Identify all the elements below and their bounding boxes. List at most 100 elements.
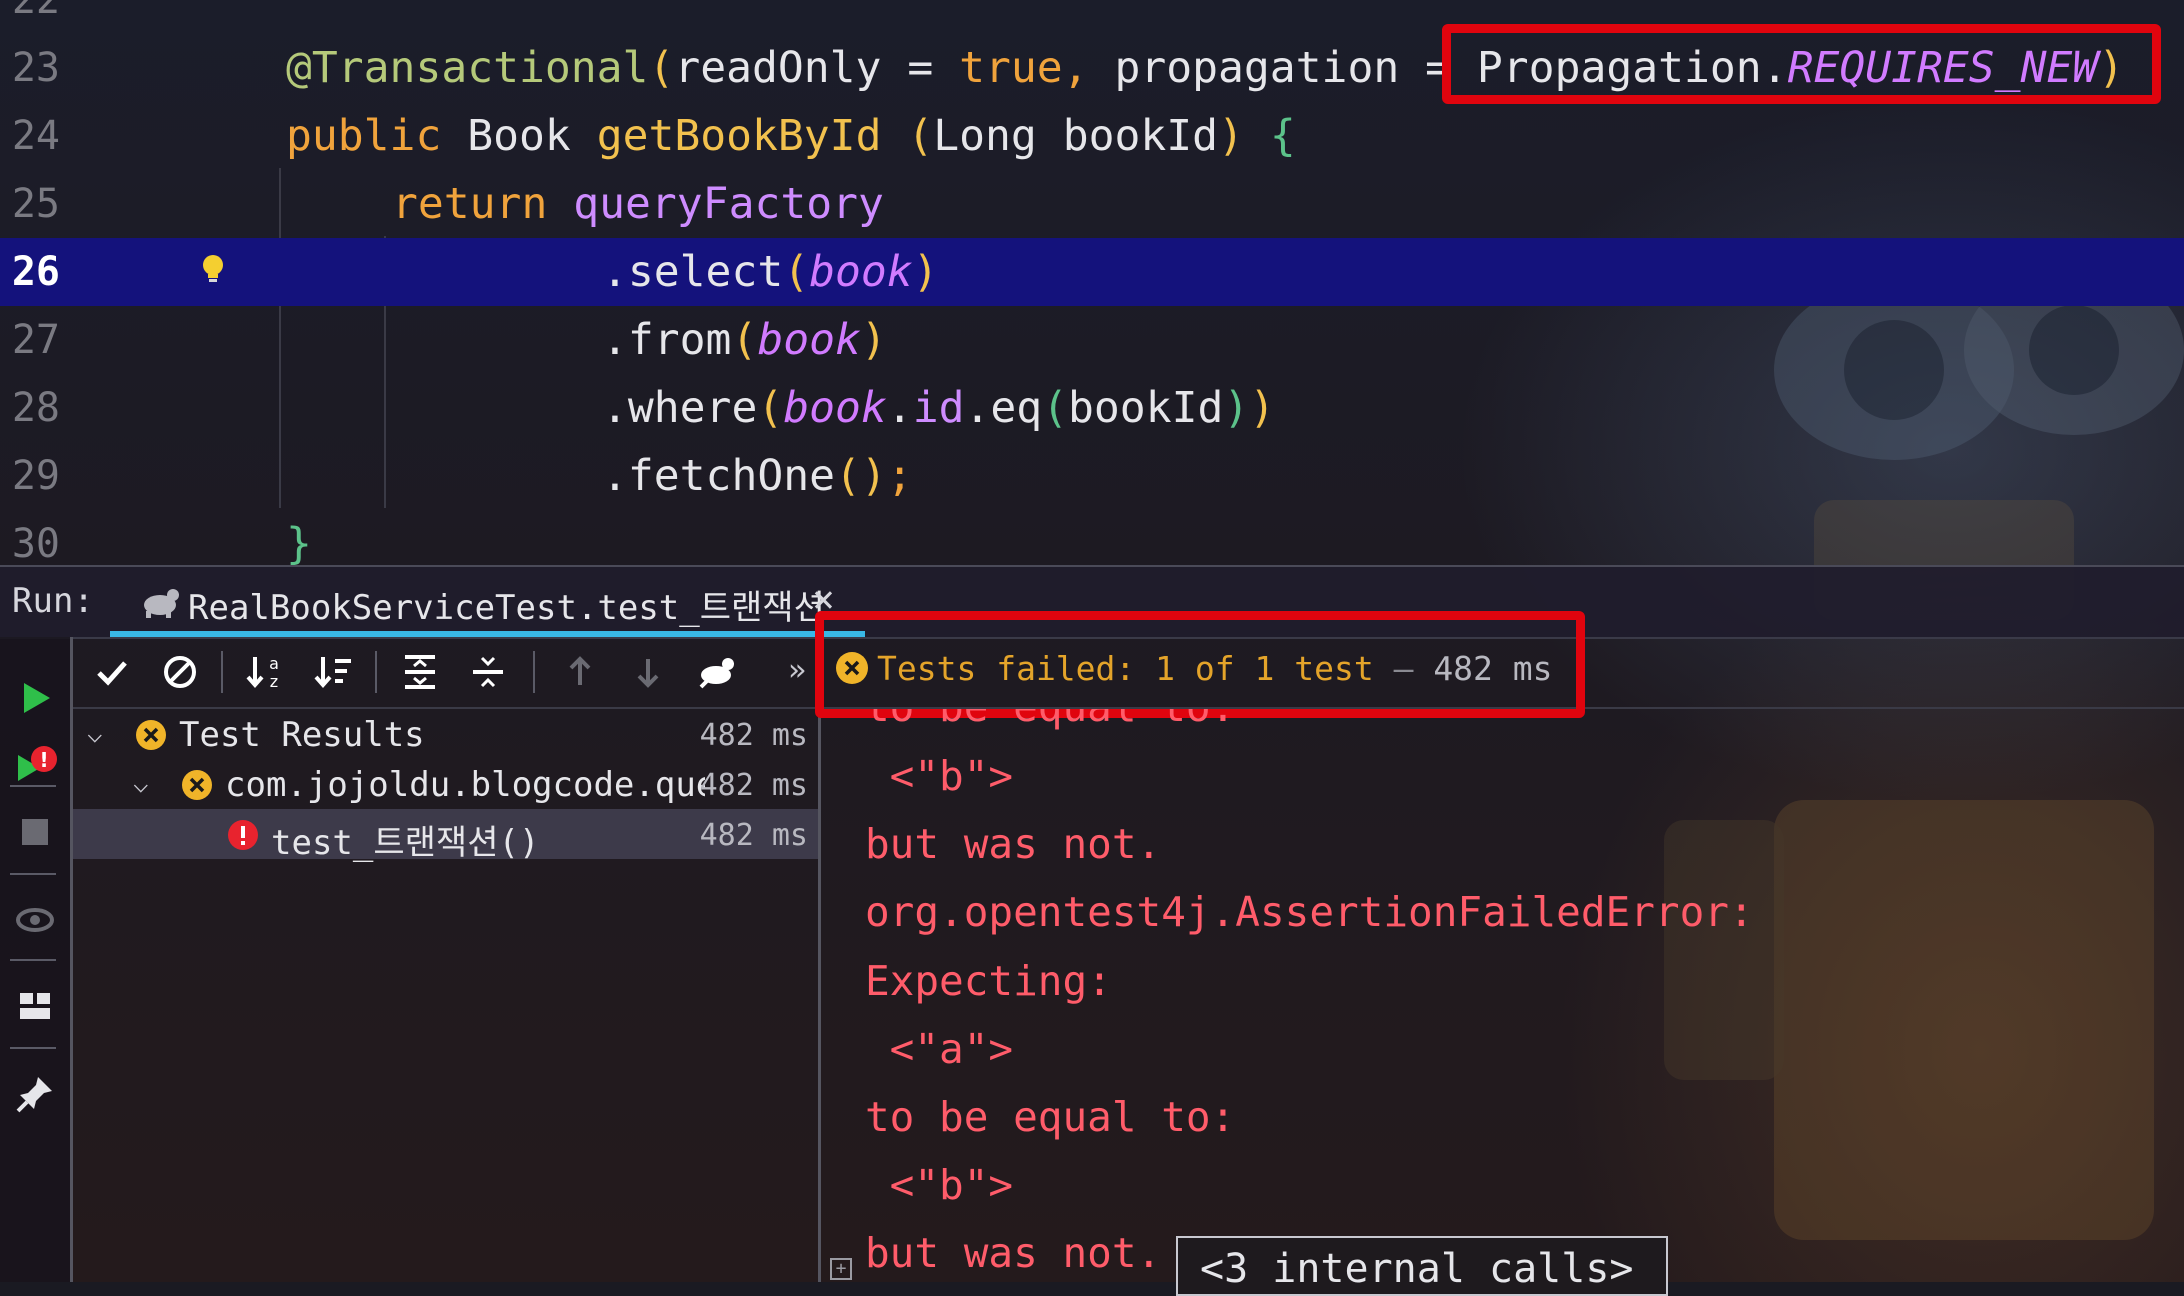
test-results-toolbar: a z » <box>73 637 818 709</box>
line-number: 23 <box>11 45 60 91</box>
internal-calls-label: <3 internal calls> <box>1200 1246 1634 1292</box>
identifier-token: bookId <box>1062 111 1219 161</box>
identifier-token: book <box>783 383 887 433</box>
show-passed-icon[interactable] <box>87 647 137 697</box>
code-line-current[interactable]: 26 .select(book) <box>0 238 2184 306</box>
lightbulb-icon[interactable] <box>200 254 226 284</box>
run-tab[interactable]: RealBookServiceTest.test_트랜잭션 × <box>110 567 865 637</box>
code-text: .from(book) <box>602 315 887 365</box>
eye-icon[interactable] <box>10 895 60 945</box>
code-text: public Book getBookById (Long bookId) { <box>286 111 1296 161</box>
code-line[interactable]: 24 public Book getBookById (Long bookId)… <box>0 102 2184 170</box>
method-token: getBookById <box>596 111 882 161</box>
code-line[interactable]: 27 .from(book) <box>0 306 2184 374</box>
paren-token: ) <box>1218 111 1244 161</box>
code-text: .select(book) <box>602 247 939 297</box>
console-line: org.opentest4j.AssertionFailedError: <box>865 888 1754 936</box>
tree-row-test-class[interactable]: ⌵ com.jojoldu.blogcode.querydsl 482 ms <box>73 759 818 809</box>
tree-row-label: com.jojoldu.blogcode.querydsl <box>225 765 705 805</box>
identifier-token: propagation <box>1114 43 1400 93</box>
prev-failed-icon[interactable] <box>555 647 605 697</box>
identifier-token: readOnly <box>674 43 882 93</box>
keyword-token: return <box>392 179 548 229</box>
run-icon[interactable] <box>10 673 60 723</box>
show-ignored-icon[interactable] <box>155 647 205 697</box>
test-failed-icon <box>182 770 212 800</box>
line-number: 22 <box>11 0 60 23</box>
import-tests-icon[interactable] <box>691 647 741 697</box>
operator-token: = <box>881 43 960 93</box>
method-token: .where <box>602 383 758 433</box>
pin-icon[interactable] <box>10 1069 60 1119</box>
code-line[interactable]: 29 .fetchOne(); <box>0 442 2184 510</box>
chevron-down-icon[interactable]: ⌵ <box>133 769 149 799</box>
method-token: .eq <box>964 383 1043 433</box>
tree-row-label: test_트랜잭션() <box>271 823 540 863</box>
toolbar-separator <box>221 651 223 693</box>
code-line[interactable]: 28 .where(book.id.eq(bookId)) <box>0 374 2184 442</box>
paren-token: ( <box>907 111 934 161</box>
field-token: queryFactory <box>573 179 884 229</box>
run-label: Run: <box>12 581 94 621</box>
sort-duration-icon[interactable] <box>309 647 359 697</box>
expand-fold-icon[interactable]: + <box>830 1258 852 1280</box>
next-failed-icon[interactable] <box>623 647 673 697</box>
code-text: return queryFactory <box>392 179 884 229</box>
test-run-config-icon <box>144 589 179 618</box>
test-failed-icon <box>136 720 166 750</box>
console-line: <"a"> <box>865 1025 1014 1073</box>
code-editor[interactable]: 22 23 @Transactional(readOnly = true, pr… <box>0 0 2184 569</box>
paren-token: ( <box>757 383 784 433</box>
highlight-box-test-status <box>815 611 1585 718</box>
keyword-token: public <box>286 111 442 161</box>
tree-row-label: Test Results <box>179 715 425 755</box>
toolbar-separator <box>375 651 377 693</box>
svg-text:a: a <box>269 654 279 673</box>
more-icon[interactable]: » <box>788 653 806 688</box>
run-tab-title: RealBookServiceTest.test_트랜잭션 <box>188 588 825 628</box>
console-line: Expecting: <box>865 957 1112 1005</box>
line-number: 29 <box>11 453 60 499</box>
console-line: but was not. <box>865 1229 1162 1277</box>
toolbar-separator <box>10 873 56 875</box>
annotation-token: @Transactional <box>286 43 649 93</box>
stop-icon[interactable] <box>10 807 60 857</box>
code-text: } <box>286 519 312 569</box>
tree-row-test-results[interactable]: ⌵ Test Results 482 ms <box>73 709 818 759</box>
paren-token: ) <box>1249 383 1276 433</box>
console-line: <"b"> <box>865 752 1014 800</box>
svg-text:z: z <box>270 672 278 691</box>
rerun-failed-icon[interactable]: ! <box>10 741 60 791</box>
paren-token: () <box>835 451 887 501</box>
identifier-token: bookId <box>1068 383 1224 433</box>
chevron-down-icon[interactable]: ⌵ <box>87 719 103 749</box>
console-line: to be equal to: <box>865 709 1235 731</box>
paren-token: ) <box>1223 383 1250 433</box>
test-error-icon <box>228 820 258 850</box>
tree-row-time: 482 ms <box>699 768 808 803</box>
code-line[interactable]: 25 return queryFactory <box>0 170 2184 238</box>
sort-alpha-icon[interactable]: a z <box>241 647 291 697</box>
line-number: 30 <box>11 521 60 567</box>
run-side-toolbar: ! <box>0 637 73 1282</box>
line-number: 28 <box>11 385 60 431</box>
layout-icon[interactable] <box>10 981 60 1031</box>
tree-row-test-method[interactable]: test_트랜잭션() 482 ms <box>73 809 818 863</box>
highlight-box-propagation <box>1442 24 2161 104</box>
field-token: id <box>912 383 965 433</box>
collapse-all-icon[interactable] <box>463 647 513 697</box>
paren-token: ) <box>912 247 939 297</box>
internal-calls-fold[interactable]: <3 internal calls> <box>1176 1236 1668 1296</box>
expand-all-icon[interactable] <box>395 647 445 697</box>
identifier-token: book <box>757 315 861 365</box>
console-output[interactable]: to be equal to: <"b"> but was not. org.o… <box>821 709 2184 1282</box>
toolbar-separator <box>10 785 56 787</box>
brace-token: { <box>1269 111 1296 161</box>
toolbar-separator <box>10 959 56 961</box>
punct-token: , <box>1062 43 1115 93</box>
method-token: .select <box>602 247 784 297</box>
paren-token: ( <box>783 247 810 297</box>
svg-text:!: ! <box>39 748 48 772</box>
line-number: 26 <box>11 249 60 295</box>
type-token: Book <box>467 111 571 161</box>
